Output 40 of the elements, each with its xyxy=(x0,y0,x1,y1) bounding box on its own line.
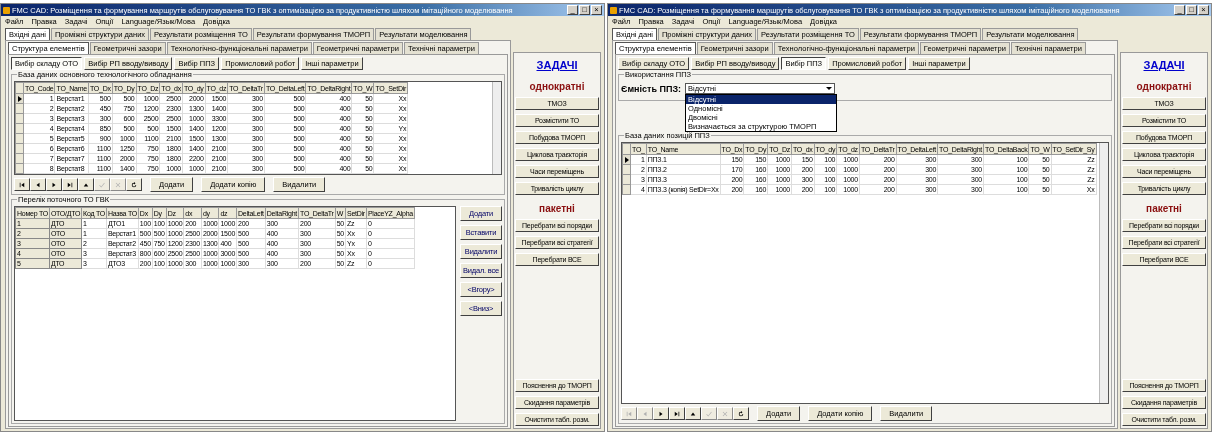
scrollbar[interactable] xyxy=(1099,143,1108,403)
navigator-button[interactable] xyxy=(733,407,749,420)
navigator-button[interactable] xyxy=(685,407,701,420)
field-label: Ємність ППЗ: xyxy=(621,83,682,94)
section-label: однократні xyxy=(529,81,585,92)
previous-record-icon xyxy=(642,410,648,417)
section-label: пакетні xyxy=(539,203,575,214)
scrollbar[interactable] xyxy=(492,82,501,174)
refresh-icon xyxy=(738,410,744,417)
navigator-button[interactable] xyxy=(46,178,62,191)
row-indicator[interactable] xyxy=(622,154,631,165)
tasks-link[interactable]: ЗАДАЧІ xyxy=(1143,59,1185,71)
cross-icon xyxy=(115,181,121,188)
last-record-icon xyxy=(67,181,73,188)
navigator-button[interactable] xyxy=(669,407,685,420)
dropdown-arrow-icon xyxy=(826,87,833,90)
navigator-button[interactable] xyxy=(62,178,78,191)
cross-icon xyxy=(722,410,728,417)
section-label: пакетні xyxy=(1146,203,1182,214)
app-icon xyxy=(3,6,10,14)
navigator-button[interactable] xyxy=(78,178,94,191)
insert-record-icon xyxy=(83,181,89,188)
row-indicator[interactable] xyxy=(15,93,24,104)
first-record-icon xyxy=(19,181,25,188)
insert-record-icon xyxy=(690,410,696,417)
app-icon xyxy=(610,6,617,14)
previous-record-icon xyxy=(35,181,41,188)
refresh-icon xyxy=(131,181,137,188)
navigator-button[interactable] xyxy=(126,178,142,191)
tasks-link[interactable]: ЗАДАЧІ xyxy=(536,59,578,71)
navigator-button[interactable] xyxy=(653,407,669,420)
next-record-icon xyxy=(51,181,57,188)
first-record-icon xyxy=(626,410,632,417)
navigator-button[interactable] xyxy=(14,178,30,191)
checkmark-icon xyxy=(99,181,105,188)
last-record-icon xyxy=(674,410,680,417)
section-label: однократні xyxy=(1136,81,1192,92)
checkmark-icon xyxy=(706,410,712,417)
next-record-icon xyxy=(658,410,664,417)
navigator-button[interactable] xyxy=(30,178,46,191)
